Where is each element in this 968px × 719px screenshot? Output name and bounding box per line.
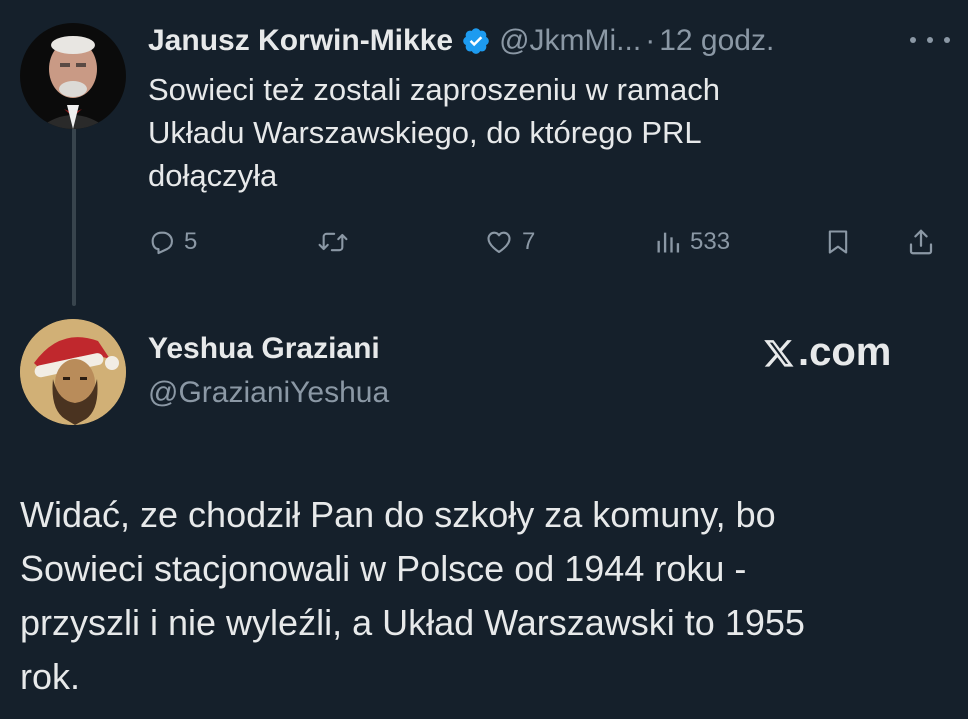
avatar[interactable] (20, 23, 126, 129)
avatar-image (20, 23, 126, 129)
share-icon (909, 229, 933, 255)
reply-count: 5 (184, 228, 198, 255)
verified-badge-icon (461, 26, 491, 56)
views-icon (657, 232, 680, 253)
views-count: 533 (690, 228, 731, 255)
bookmark-icon (828, 230, 848, 254)
avatar[interactable] (20, 319, 126, 425)
watermark-text: .com (798, 330, 892, 374)
author-handle[interactable]: @GrazianiYeshua (148, 376, 389, 410)
more-icon[interactable] (910, 28, 950, 52)
views-button[interactable]: 533 (654, 222, 730, 262)
like-button[interactable]: 7 (484, 222, 535, 262)
like-count: 7 (522, 228, 536, 255)
x-logo-icon (764, 339, 794, 367)
tweet-actions: 5 7 533 (148, 222, 948, 262)
avatar-image (20, 319, 126, 425)
thread-connector-line (72, 128, 76, 306)
author-name[interactable]: Yeshua Graziani (148, 332, 380, 366)
retweet-button[interactable] (316, 222, 358, 262)
tweet-text: Widać, ze chodził Pan do szkoły za komun… (20, 494, 805, 697)
like-icon (487, 231, 511, 253)
reply-button[interactable]: 5 (148, 222, 197, 262)
tweet-text: Sowieci też zostali zaproszeniu w ramach… (148, 72, 721, 193)
timestamp[interactable]: 12 godz. (659, 24, 774, 58)
author-handle[interactable]: @JkmMi... (499, 24, 641, 58)
x-com-watermark: .com (762, 330, 891, 375)
tweet-header: Janusz Korwin-Mikke @JkmMi... · 12 godz. (148, 20, 774, 62)
author-name[interactable]: Janusz Korwin-Mikke (148, 24, 453, 58)
retweet-icon (318, 232, 348, 252)
share-button[interactable] (906, 222, 936, 262)
separator-dot: · (645, 24, 656, 57)
reply-icon (151, 231, 173, 255)
bookmark-button[interactable] (824, 222, 852, 262)
